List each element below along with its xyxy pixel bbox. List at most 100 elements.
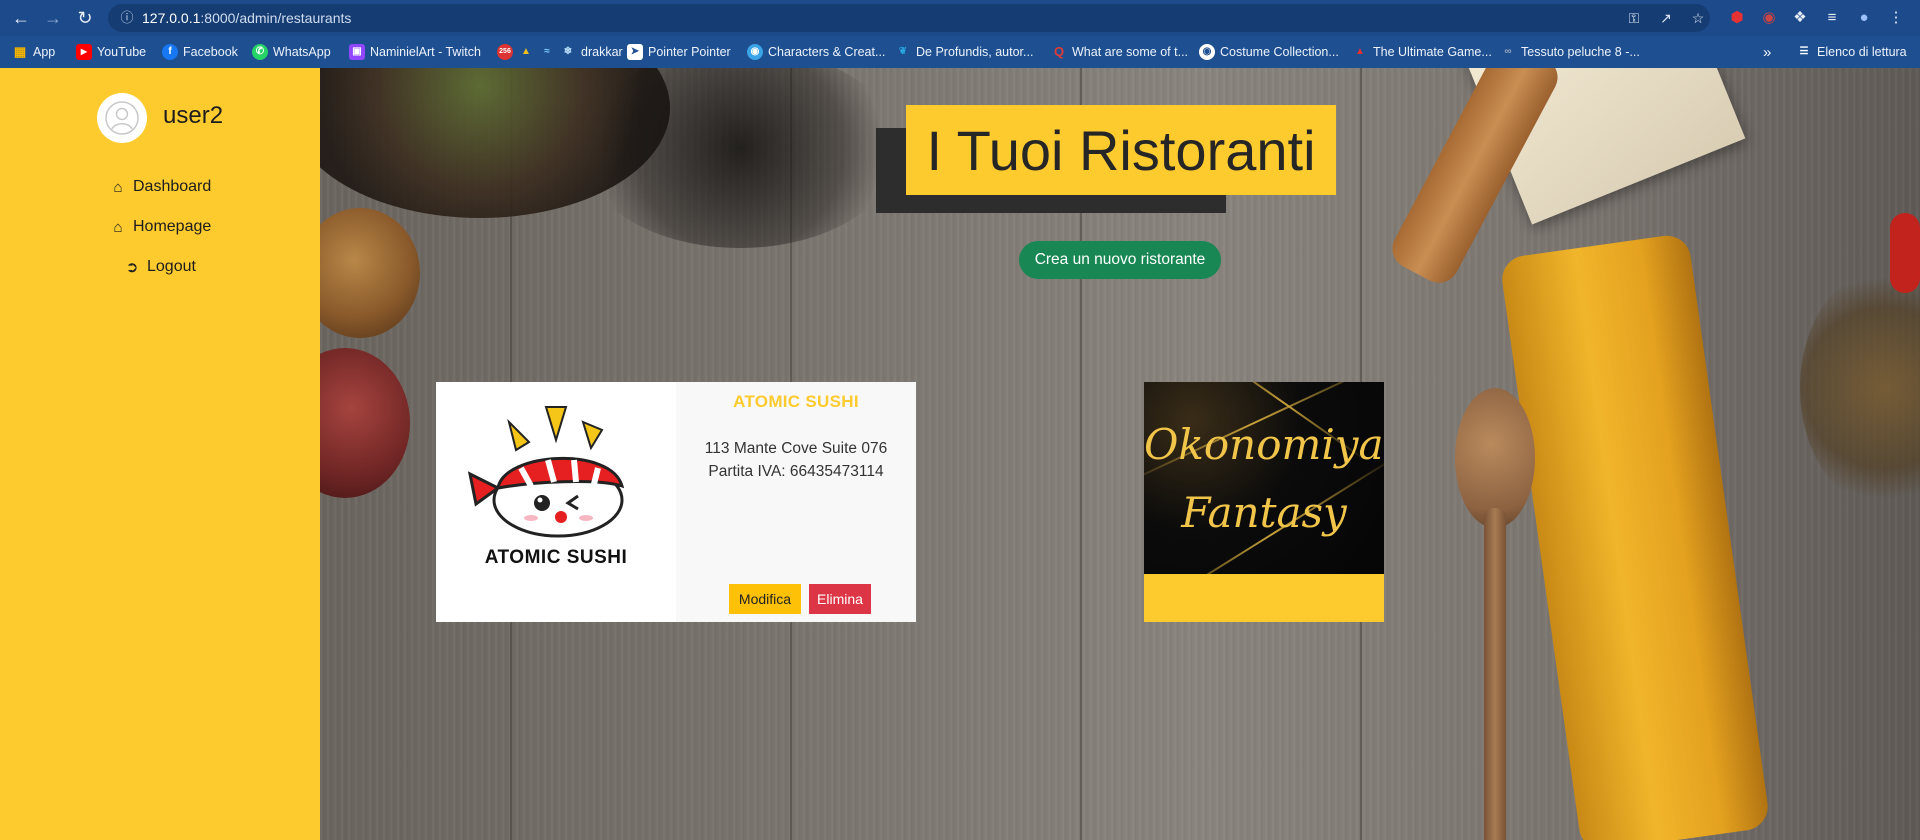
restaurant-vat: Partita IVA: 66435473114 [708,463,884,480]
extension-adblock-icon[interactable]: ⬢ [1727,8,1747,28]
twitch-icon: ▣ [349,44,365,60]
reading-list[interactable]: ☰ Elenco di lettura [1796,43,1907,61]
bookmark-label: Costume Collection... [1220,45,1339,59]
sidebar-link-homepage[interactable]: ⌂ Homepage [109,215,211,239]
bookmark-whatsapp[interactable]: ✆ WhatsApp [252,43,331,61]
delete-button[interactable]: Elimina [809,584,871,614]
restaurant-logo: Okonomiyaki Fantasy [1144,382,1384,574]
bookmark-de-profundis[interactable]: ❦ De Profundis, autor... [895,43,1034,61]
sidebar-link-label: Homepage [133,218,212,235]
logo-text: ATOMIC SUSHI [484,547,628,568]
bookmark-label: drakkar [581,45,623,59]
restaurant-card-body: ATOMIC SUSHI 113 Mante Cove Suite 076 Pa… [676,382,916,622]
bookmark-characters[interactable]: ◉ Characters & Creat... [747,43,885,61]
globe-icon: ◉ [747,44,763,60]
bookmark-label: App [33,45,56,59]
url-path: :8000/admin/restaurants [200,10,352,26]
home-icon: ⌂ [113,218,123,236]
share-icon[interactable]: ↗ [1656,4,1676,32]
bookmark-label: WhatsApp [273,45,331,59]
wooden-spoon-decoration [1455,388,1535,528]
bookmark-drakkar[interactable]: 256 ▲ ≈ ❄ drakkar [497,43,623,61]
browser-toolbar: ← → ↻ ⓘ 127.0.0.1:8000/admin/restaurants… [0,0,1920,36]
wave-icon: ≈ [544,46,550,57]
media-queue-icon[interactable]: ≡ [1822,8,1842,28]
sidebar: user2 ⌂ Dashboard ⌂ Homepage ➲ Logout [0,68,320,840]
logo-text-line1: Okonomiyaki [1144,420,1384,469]
reading-list-icon: ☰ [1799,46,1809,57]
snowflake-icon: ❄ [563,46,573,57]
warning-icon: ▲ [521,46,531,57]
apps-grid-icon: ▦ [12,44,28,60]
url-host: 127.0.0.1 [142,10,201,26]
username: user2 [163,102,224,129]
edit-button[interactable]: Modifica [729,584,801,614]
page-title-text: I Tuoi Ristoranti [926,118,1316,182]
key-icon[interactable]: ⚿ [1624,4,1644,32]
sidebar-link-label: Dashboard [133,178,212,195]
link-icon: ∞ [1504,46,1512,57]
bookmark-label: Facebook [183,45,238,59]
bookmark-quora[interactable]: Q What are some of t... [1051,43,1188,61]
bookmark-ultimate-game[interactable]: ▲ The Ultimate Game... [1352,43,1492,61]
bookmark-facebook[interactable]: f Facebook [162,43,238,61]
address-bar[interactable]: ⓘ 127.0.0.1:8000/admin/restaurants ⚿ ↗ ☆ [108,4,1710,32]
sign-out-icon: ➲ [125,259,139,276]
bookmark-label: De Profundis, autor... [916,45,1034,59]
bookmark-costume[interactable]: ◉ Costume Collection... [1199,43,1339,61]
bookmark-star-icon[interactable]: ☆ [1688,4,1708,32]
profile-avatar-icon[interactable]: ● [1854,8,1874,28]
chili-decoration [1890,213,1920,293]
bookmark-label: Tessuto peluche 8 -... [1521,45,1640,59]
drakkar-badge-icon: 256 [497,44,513,60]
avatar [97,93,147,143]
bookmark-label: What are some of t... [1072,45,1189,59]
restaurant-card[interactable]: Okonomiyaki Fantasy [1144,382,1384,622]
page: user2 ⌂ Dashboard ⌂ Homepage ➲ Logout I … [0,68,1920,840]
restaurant-name: ATOMIC SUSHI [733,392,859,411]
sidebar-link-label: Logout [147,258,196,275]
main-content: I Tuoi Ristoranti Crea un nuovo ristoran… [320,68,1920,840]
sidebar-link-dashboard[interactable]: ⌂ Dashboard [109,175,211,199]
address-url: 127.0.0.1:8000/admin/restaurants [142,4,351,32]
bookmark-label: NaminielArt - Twitch [370,45,481,59]
page-title: I Tuoi Ristoranti [906,105,1336,195]
sidebar-link-logout[interactable]: ➲ Logout [123,255,196,279]
restaurant-address: 113 Mante Cove Suite 076 [704,440,888,457]
bookmark-pointer-pointer[interactable]: ➤ Pointer Pointer [627,43,731,61]
restaurant-card: ATOMIC SUSHI ATOMIC SUSHI 113 Mante Cove… [436,382,916,622]
site-info-icon[interactable]: ⓘ [118,4,136,32]
extension-avatar-icon[interactable]: ◉ [1759,8,1779,28]
bookmarks-bar: ▦ App ▶ YouTube f Facebook ✆ WhatsApp ▣ … [0,36,1920,68]
menu-kebab-icon[interactable]: ⋮ [1886,8,1906,28]
back-arrow-icon[interactable]: ← [10,7,32,29]
reload-icon[interactable]: ↻ [74,7,96,29]
bookmark-label: YouTube [97,45,147,59]
bookmarks-overflow-icon[interactable]: » [1763,43,1771,61]
pointer-icon: ➤ [627,44,643,60]
feather-icon: ❦ [898,46,908,57]
logo-text-line2: Fantasy [1181,488,1347,537]
forward-arrow-icon[interactable]: → [42,7,64,29]
bookmark-app[interactable]: ▦ App [12,43,55,61]
create-restaurant-button[interactable]: Crea un nuovo ristorante [1019,241,1221,279]
restaurant-logo: ATOMIC SUSHI [436,382,676,622]
bookmark-label: Pointer Pointer [648,45,731,59]
bookmark-youtube[interactable]: ▶ YouTube [76,43,146,61]
browser-chrome: ← → ↻ ⓘ 127.0.0.1:8000/admin/restaurants… [0,0,1920,68]
bookmark-twitch[interactable]: ▣ NaminielArt - Twitch [349,43,481,61]
bookmark-tessuto[interactable]: ∞ Tessuto peluche 8 -... [1500,43,1640,61]
bookmark-label: The Ultimate Game... [1373,45,1492,59]
youtube-icon: ▶ [76,44,92,60]
globe-icon: ◉ [1199,44,1215,60]
extensions-puzzle-icon[interactable]: ❖ [1790,8,1810,28]
home-icon: ⌂ [113,178,123,196]
wooden-spoon-handle-decoration [1484,508,1506,840]
reading-list-label: Elenco di lettura [1817,45,1907,59]
whatsapp-icon: ✆ [252,44,268,60]
user-avatar-icon [105,101,139,135]
atomic-sushi-logo-icon [467,406,625,538]
bookmark-label: Characters & Creat... [768,45,886,59]
quora-icon: Q [1053,44,1065,59]
facebook-icon: f [162,44,178,60]
